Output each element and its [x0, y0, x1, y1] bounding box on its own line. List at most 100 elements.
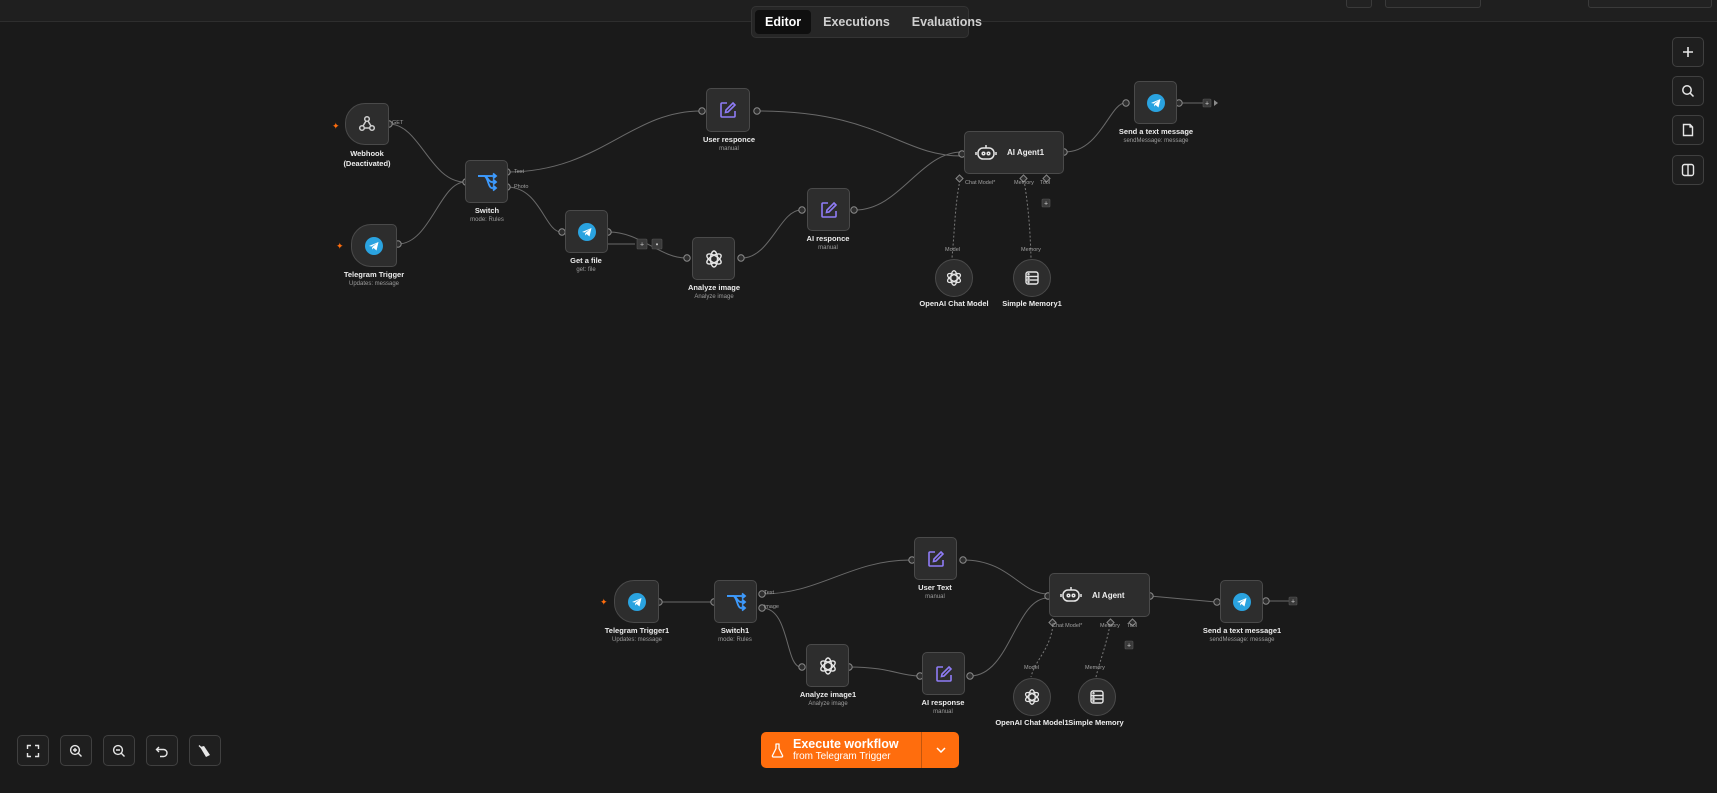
node-label: AI responce manual	[806, 234, 850, 251]
telegram-icon	[577, 222, 596, 241]
telegram-icon	[365, 236, 383, 255]
panel-toggle-button[interactable]	[1672, 155, 1704, 185]
undo-icon	[155, 746, 168, 757]
openai-icon	[946, 270, 962, 286]
switch-output-text: Text	[514, 169, 525, 175]
clear-execution-button[interactable]	[189, 735, 221, 766]
undo-button[interactable]	[146, 735, 178, 766]
search-button[interactable]	[1672, 76, 1704, 106]
clear-execution-icon	[198, 744, 210, 757]
execute-dropdown-button[interactable]	[921, 732, 959, 768]
panel-toggle-icon	[1681, 163, 1695, 177]
sticky-note-button[interactable]	[1672, 115, 1704, 145]
switch-icon	[477, 172, 497, 191]
trigger-bolt-icon: ✦	[336, 241, 344, 251]
openai-icon	[1024, 689, 1040, 705]
openai-icon	[705, 249, 722, 268]
svg-text:+: +	[1205, 101, 1209, 108]
openai-icon	[819, 656, 836, 675]
node-analyze-image[interactable]	[692, 237, 735, 280]
fit-view-button[interactable]	[17, 735, 49, 766]
node-label: Switch mode: Rules	[470, 206, 504, 223]
node-ai-agent1[interactable]: AI Agent1	[964, 131, 1064, 174]
edit-icon	[927, 550, 944, 567]
port-memory-label: Memory	[1085, 665, 1105, 671]
node-send-a-text-message1[interactable]	[1220, 580, 1263, 623]
svg-text:+: +	[1044, 201, 1048, 208]
edit-icon	[820, 201, 837, 218]
node-label: User responce manual	[702, 135, 756, 152]
node-analyze-image1[interactable]	[806, 644, 849, 687]
zoom-in-icon	[69, 744, 82, 757]
agent-name: AI Agent1	[1007, 148, 1045, 157]
node-user-text[interactable]	[914, 537, 957, 580]
node-simple-memory1[interactable]	[1013, 259, 1051, 297]
zoom-in-button[interactable]	[60, 735, 92, 766]
zoom-out-icon	[112, 744, 125, 757]
node-simple-memory[interactable]	[1078, 678, 1116, 716]
port-tool: Tool	[1040, 180, 1051, 186]
node-ai-response[interactable]	[922, 652, 965, 695]
edit-icon	[935, 665, 952, 682]
switch-output-photo: Photo	[514, 184, 529, 190]
trigger-bolt-icon: ✦	[600, 597, 608, 607]
execute-main[interactable]: Execute workflow from Telegram Trigger	[761, 732, 921, 768]
node-user-responce[interactable]	[706, 88, 750, 132]
plus-icon	[1683, 47, 1693, 57]
agent-name: AI Agent	[1092, 590, 1125, 600]
node-label: Send a text message sendMessage: message	[1118, 127, 1194, 144]
node-label: Simple Memory	[1068, 718, 1124, 727]
connections: + + + + + ▪	[385, 98, 1298, 680]
switch-output-text: Text	[764, 590, 775, 596]
node-label: Get a file get: file	[570, 256, 602, 273]
execute-workflow-button[interactable]: Execute workflow from Telegram Trigger	[761, 732, 959, 768]
database-icon	[1090, 690, 1104, 704]
node-switch[interactable]	[465, 160, 508, 203]
node-openai-chat-model1[interactable]	[1013, 678, 1051, 716]
port-chat-model: Chat Model*	[1052, 623, 1083, 629]
switch-icon	[726, 592, 746, 611]
telegram-icon	[1146, 93, 1165, 112]
svg-text:+: +	[640, 242, 644, 249]
switch-output-image: image	[764, 604, 779, 610]
node-label: Analyze image Analyze image	[687, 283, 741, 300]
execute-label: Execute workflow	[793, 737, 899, 751]
node-telegram-trigger1[interactable]	[614, 580, 659, 623]
node-send-a-text-message[interactable]	[1134, 81, 1177, 124]
node-label: Send a text message1 sendMessage: message	[1202, 626, 1282, 643]
node-openai-chat-model[interactable]	[935, 259, 973, 297]
node-get-a-file[interactable]	[565, 210, 608, 253]
node-ai-agent[interactable]: AI Agent	[1049, 573, 1150, 617]
svg-text:+: +	[1127, 643, 1131, 650]
robot-icon	[975, 144, 997, 160]
port-model: Model	[1024, 665, 1039, 671]
node-label: AI response manual	[921, 698, 965, 715]
fit-view-icon	[26, 744, 40, 757]
telegram-icon	[627, 592, 646, 611]
node-telegram-trigger[interactable]	[351, 224, 397, 267]
port-tool: Tool	[1127, 623, 1138, 629]
zoom-out-button[interactable]	[103, 735, 135, 766]
webhook-icon	[358, 115, 376, 132]
edit-icon	[720, 101, 737, 118]
node-switch1[interactable]	[714, 580, 757, 623]
app: Editor Executions Evaluations + + + + + …	[0, 0, 1717, 793]
robot-icon	[1060, 587, 1082, 602]
port-model: Model	[945, 247, 960, 253]
webhook-output-label: GET	[392, 120, 404, 126]
node-label: Webhook (Deactivated)	[343, 149, 391, 168]
node-webhook[interactable]	[345, 103, 389, 145]
sticky-note-icon	[1682, 123, 1694, 137]
trigger-bolt-icon: ✦	[332, 121, 340, 131]
node-ai-responce[interactable]	[807, 188, 850, 231]
port-chat-model: Chat Model*	[965, 180, 996, 186]
add-node-button[interactable]	[1672, 37, 1704, 67]
chevron-down-icon	[935, 747, 946, 753]
database-icon	[1025, 271, 1039, 285]
svg-text:+: +	[1291, 599, 1295, 606]
node-label: Simple Memory1	[1002, 299, 1062, 308]
node-label: User Text manual	[918, 583, 952, 600]
port-memory: Memory	[1014, 180, 1034, 186]
node-label: Switch1 mode: Rules	[718, 626, 752, 643]
telegram-icon	[1232, 592, 1251, 611]
